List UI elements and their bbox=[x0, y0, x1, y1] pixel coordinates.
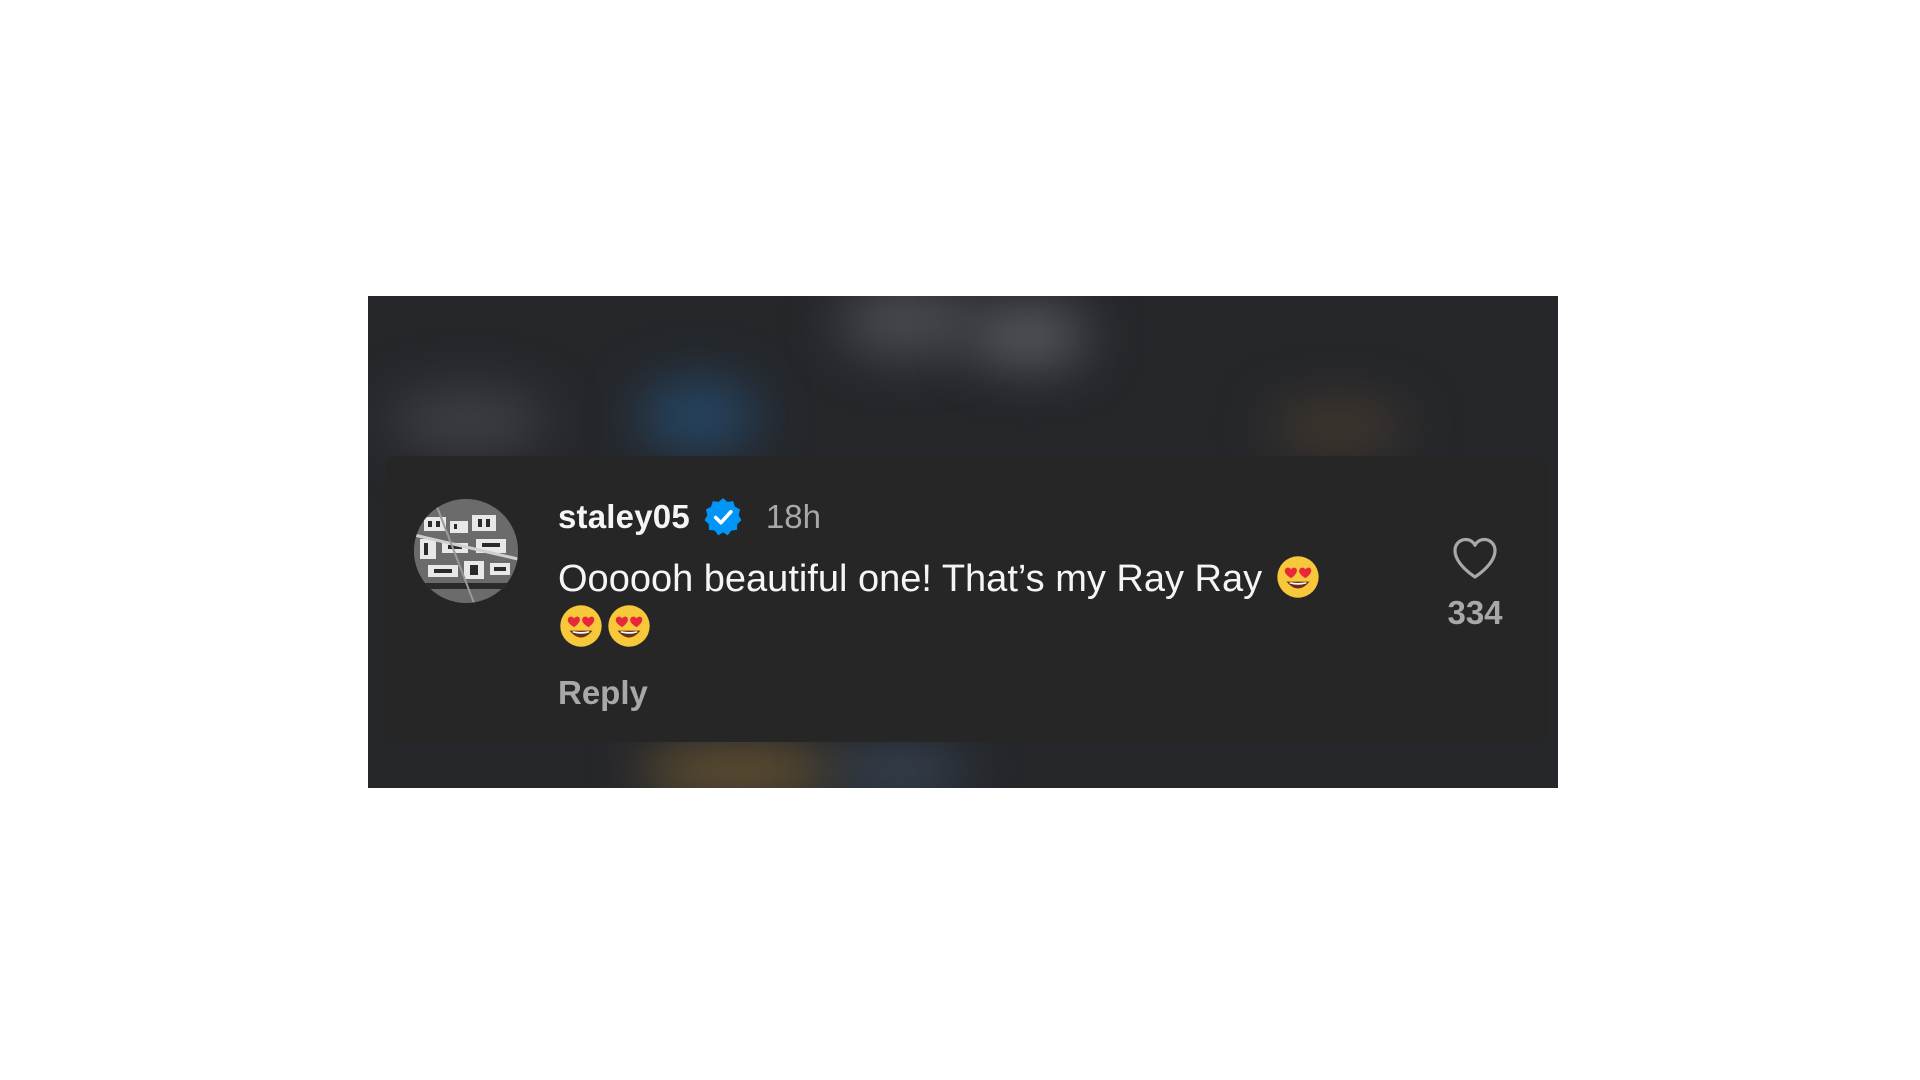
blurred-background-shape bbox=[968, 306, 1088, 366]
screenshot-frame: staley05 18h Oooooh beautiful one! That’… bbox=[368, 296, 1558, 788]
heart-eyes-emoji-icon bbox=[608, 605, 650, 647]
heart-eyes-emoji-icon bbox=[1276, 556, 1319, 598]
comment-card: staley05 18h Oooooh beautiful one! That’… bbox=[386, 456, 1548, 742]
blurred-background-shape bbox=[638, 751, 838, 788]
username[interactable]: staley05 bbox=[558, 498, 690, 536]
comment-header: staley05 18h bbox=[558, 494, 821, 540]
heart-outline-icon bbox=[1453, 537, 1497, 579]
avatar[interactable] bbox=[414, 499, 518, 603]
page-background: staley05 18h Oooooh beautiful one! That’… bbox=[0, 0, 1920, 1080]
avatar-image bbox=[414, 499, 518, 603]
blurred-background-shape bbox=[388, 391, 548, 451]
heart-eyes-emoji-icon bbox=[560, 605, 602, 647]
comment-text-content: Oooooh beautiful one! That’s my Ray Ray bbox=[558, 558, 1263, 600]
like-count: 334 bbox=[1447, 594, 1503, 631]
blurred-background-shape bbox=[1268, 406, 1408, 446]
blurred-background-shape bbox=[838, 296, 978, 356]
comment-text: Oooooh beautiful one! That’s my Ray Ray bbox=[558, 554, 1398, 652]
verified-badge-icon bbox=[704, 498, 742, 536]
reply-button[interactable]: Reply bbox=[558, 674, 648, 712]
blurred-background-shape bbox=[828, 751, 968, 788]
like-button[interactable] bbox=[1451, 536, 1499, 580]
timestamp: 18h bbox=[765, 498, 821, 535]
blurred-background-shape bbox=[638, 381, 758, 451]
